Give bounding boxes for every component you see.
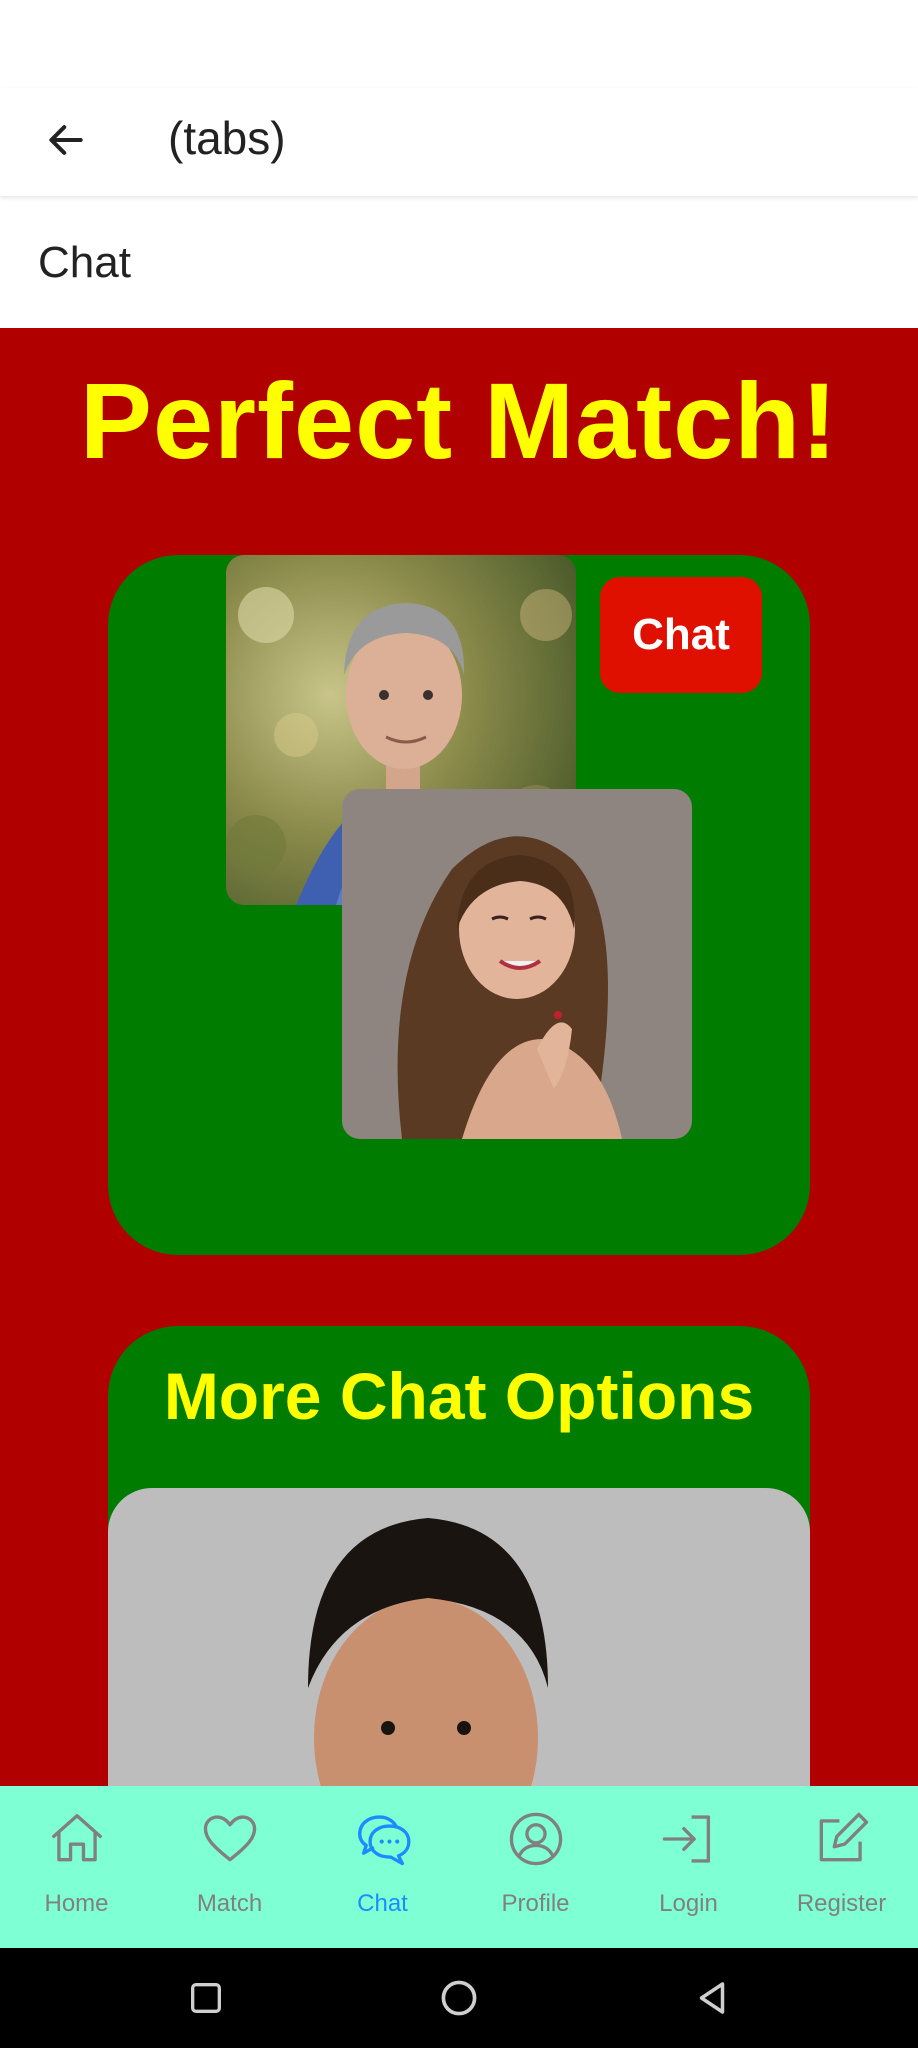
woman-photo <box>342 789 692 1139</box>
page-title: Chat <box>38 238 131 287</box>
app-bar: (tabs) <box>0 88 918 196</box>
tab-label: Home <box>44 1890 109 1917</box>
tab-label: Match <box>196 1890 263 1917</box>
login-icon <box>662 1815 710 1863</box>
system-navigation-bar <box>0 1948 918 2048</box>
more-chat-options-title: More Chat Options <box>163 1359 755 1433</box>
tab-match[interactable]: Match <box>153 1786 306 1948</box>
tab-home[interactable]: Home <box>0 1786 153 1948</box>
home-icon <box>51 1814 102 1862</box>
match-card: Chat <box>108 555 810 1255</box>
tab-profile[interactable]: Profile <box>459 1786 612 1948</box>
more-chat-options-card: More Chat Options <box>108 1326 810 1786</box>
heart-icon <box>203 1815 256 1862</box>
chat-option-photo[interactable] <box>108 1488 810 1786</box>
back-button[interactable] <box>34 108 98 172</box>
tab-label: Register <box>796 1890 887 1917</box>
app-bar-title: (tabs) <box>168 112 286 164</box>
hero-title: Perfect Match! <box>79 360 839 481</box>
tab-register[interactable]: Register <box>765 1786 918 1948</box>
chat-button[interactable]: Chat <box>600 577 762 693</box>
tab-login[interactable]: Login <box>612 1786 765 1948</box>
tab-label: Profile <box>501 1890 570 1917</box>
back-system-button[interactable] <box>672 1958 752 2038</box>
tab-label: Login <box>659 1890 718 1917</box>
chat-bubbles-icon <box>357 1815 411 1866</box>
home-button[interactable] <box>419 1958 499 2038</box>
page-header: Chat <box>0 198 918 328</box>
recents-button[interactable] <box>166 1958 246 2038</box>
arrow-left-icon <box>49 125 83 155</box>
recents-square-icon <box>191 1983 222 2013</box>
home-circle-icon <box>441 1980 477 2016</box>
tab-chat[interactable]: Chat <box>306 1786 459 1948</box>
tab-bar: Home Match Chat Profile Login Register <box>0 1786 918 1948</box>
profile-icon <box>509 1812 562 1866</box>
status-bar <box>0 0 918 88</box>
main-content[interactable]: Perfect Match! Chat More Chat Options <box>0 328 918 1786</box>
edit-icon <box>819 1812 868 1862</box>
tab-label: Chat <box>357 1890 408 1917</box>
back-triangle-icon <box>699 1982 724 2014</box>
